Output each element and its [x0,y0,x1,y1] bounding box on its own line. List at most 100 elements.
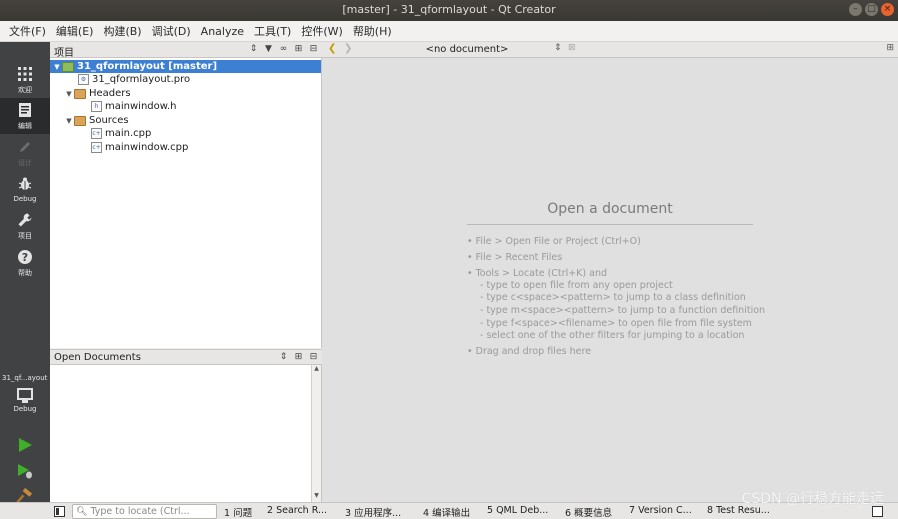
current-document-selector[interactable]: <no document> [392,44,542,55]
expanded-arrow-icon[interactable]: ▼ [64,90,74,98]
menu-widgets[interactable]: 控件(W) [296,23,347,39]
heading-divider [467,224,753,225]
close-document-icon[interactable]: ⊠ [568,43,576,53]
hint-recent-files: • File > Recent Files [467,252,563,263]
grid-icon [16,66,34,84]
menu-bar: 文件(F) 编辑(E) 构建(B) 调试(D) Analyze 工具(T) 控件… [0,21,898,42]
tree-item-headers[interactable]: ▼ Headers [64,87,131,100]
output-tab-search[interactable]: 2 Search R... [267,505,327,516]
menu-file[interactable]: 文件(F) [4,23,51,39]
mode-edit[interactable]: 编辑 [0,98,50,134]
project-folder-icon [62,61,74,72]
forward-arrow-icon[interactable]: ❯ [344,43,352,54]
tree-item-label: mainwindow.cpp [105,142,189,153]
split-editor-icon[interactable]: ⊞ [886,43,894,53]
menu-debug[interactable]: 调试(D) [147,23,196,39]
close-pane-icon[interactable]: ⊟ [307,43,320,56]
split-icon[interactable]: ⊞ [292,43,305,56]
window-titlebar: [master] - 31_qformlayout - Qt Creator –… [0,0,898,21]
tree-item-label: Headers [89,88,131,99]
tree-item-profile[interactable]: ⚙ 31_qformlayout.pro [78,73,190,86]
svg-text:?: ? [22,251,28,264]
tree-item-mainwindow-h[interactable]: h mainwindow.h [91,100,177,113]
mode-welcome[interactable]: 欢迎 [0,62,50,98]
tree-item-sources[interactable]: ▼ Sources [64,114,129,127]
play-icon [19,438,32,452]
toggle-sidebar-icon[interactable] [54,506,65,517]
project-tree: ▼ 31_qformlayout [master] ⚙ 31_qformlayo… [50,58,322,348]
mode-projects[interactable]: 项目 [0,208,50,244]
mode-label: 设计 [18,159,32,167]
cpp-file-icon: c+ [91,128,102,139]
watermark: CSDN @行稳方能走远 [741,491,884,507]
search-icon: 🔍︎ [76,506,88,517]
hint-locate-open-file: - type to open file from any open projec… [480,280,673,291]
menu-help[interactable]: 帮助(H) [348,23,397,39]
headers-folder-icon [74,88,86,99]
tree-item-main-cpp[interactable]: c+ main.cpp [91,127,151,140]
scroll-down-icon[interactable]: ▼ [312,492,321,502]
mode-label: 编辑 [18,122,32,130]
expanded-arrow-icon[interactable]: ▼ [64,117,74,125]
link-icon[interactable]: ∞ [277,43,290,56]
output-tab-version-control[interactable]: 7 Version C... [629,505,692,516]
pencil-icon [16,139,34,157]
close-pane-icon[interactable]: ⊟ [307,351,320,364]
output-tab-compile[interactable]: 4 编译输出 [423,505,470,519]
run-button[interactable] [16,436,34,454]
debug-play-icon [18,464,32,479]
mode-label: Debug [13,195,37,203]
sort-updown-icon[interactable]: ⇕ [247,43,260,56]
menu-analyze[interactable]: Analyze [196,25,249,38]
expanded-arrow-icon[interactable]: ▼ [52,63,62,71]
hint-locate: • Tools > Locate (Ctrl+K) and [467,268,607,279]
project-pane-header: 项目 ⇕ ▼ ∞ ⊞ ⊟ [50,42,322,59]
build-config-label: Debug [13,405,37,413]
editor-area[interactable]: Open a document • File > Open File or Pr… [322,58,898,502]
minimize-icon[interactable]: – [849,3,862,16]
mode-design[interactable]: 设计 [0,135,50,171]
kit-project-name: 31_qf...ayout [2,374,48,382]
output-tab-qml-debug[interactable]: 5 QML Deb... [487,505,548,516]
menu-tools[interactable]: 工具(T) [249,23,296,39]
document-dropdown-icon[interactable]: ⇕ [554,43,562,53]
mode-debug[interactable]: Debug [0,172,50,208]
menu-edit[interactable]: 编辑(E) [51,23,99,39]
open-documents-list[interactable]: ▲ ▼ [50,365,322,502]
mode-help[interactable]: ? 帮助 [0,245,50,281]
hint-locate-function: - type m<space><pattern> to jump to a fu… [480,305,766,316]
mode-label: 帮助 [18,269,32,277]
kit-selector[interactable]: Debug [0,386,50,424]
output-tab-general[interactable]: 6 概要信息 [565,505,612,519]
hint-drag-drop: • Drag and drop files here [467,346,592,357]
hint-open-file: • File > Open File or Project (Ctrl+O) [467,236,641,247]
back-arrow-icon[interactable]: ❮ [328,43,336,54]
debug-run-button[interactable] [16,462,34,480]
hint-locate-other: - select one of the other filters for ju… [480,330,745,341]
help-icon: ? [16,249,34,267]
locator[interactable]: 🔍︎ [72,504,217,519]
close-icon[interactable]: × [881,3,894,16]
tree-item-label: mainwindow.h [105,101,177,112]
split-icon[interactable]: ⊞ [292,351,305,364]
monitor-stand [22,400,28,403]
locator-input[interactable] [90,506,211,517]
maximize-icon[interactable]: □ [865,3,878,16]
tree-item-label: Sources [89,115,129,126]
menu-build[interactable]: 构建(B) [98,23,146,39]
scroll-up-icon[interactable]: ▲ [312,365,321,375]
cpp-file-icon: c+ [91,142,102,153]
project-pane-tools: ⇕ ▼ ∞ ⊞ ⊟ [247,43,320,56]
hint-locate-class: - type c<space><pattern> to jump to a cl… [480,292,746,303]
output-tab-issues[interactable]: 1 问题 [224,505,252,519]
output-tab-app-output[interactable]: 3 应用程序... [345,505,401,519]
open-documents-scrollbar[interactable]: ▲ ▼ [311,365,321,502]
open-documents-tools: ⇕ ⊞ ⊟ [277,351,320,364]
mode-bar: 欢迎 编辑 设计 Debug 项目 ? 帮助 31_qf...ayout Deb… [0,42,50,519]
bug-icon [16,176,34,194]
tree-item-project[interactable]: ▼ 31_qformlayout [master] [50,60,321,73]
filter-icon[interactable]: ▼ [262,43,275,56]
tree-item-label: main.cpp [105,128,152,139]
sort-updown-icon[interactable]: ⇕ [277,351,290,364]
tree-item-mainwindow-cpp[interactable]: c+ mainwindow.cpp [91,141,188,154]
